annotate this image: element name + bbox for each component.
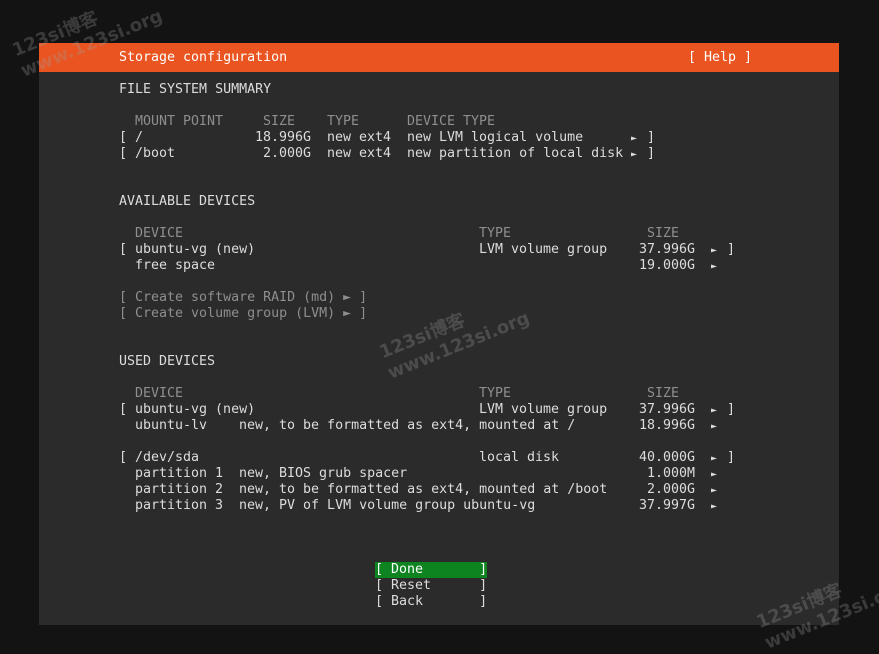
submenu-arrow-icon: ►	[711, 261, 718, 272]
device-description: new, BIOS grub spacer	[239, 466, 408, 481]
row-close-bracket: ]	[647, 130, 656, 145]
col-type: TYPE	[479, 386, 512, 401]
device-size: 19.000G	[639, 258, 696, 273]
fs-type: new ext4	[327, 130, 392, 145]
device-name: partition 2	[135, 482, 224, 497]
row-open-bracket: [	[119, 146, 128, 161]
col-size: SIZE	[647, 226, 680, 241]
row-open-bracket: [	[119, 450, 128, 465]
col-device-type: DEVICE TYPE	[407, 114, 496, 129]
device-type: LVM volume group	[479, 242, 608, 257]
fs-type: new ext4	[327, 146, 392, 161]
row-open-bracket: [	[119, 402, 128, 417]
device-size: 18.996G	[639, 418, 696, 433]
back-button[interactable]: [ Back ]	[375, 594, 487, 610]
col-device: DEVICE	[135, 226, 184, 241]
submenu-arrow-icon: ►	[631, 149, 638, 160]
device-size: 2.000G	[647, 482, 696, 497]
fs-device-type: new LVM logical volume	[407, 130, 584, 145]
submenu-arrow-icon: ►	[711, 453, 718, 464]
title-bar: Storage configuration [ Help ]	[39, 43, 839, 72]
row-close-bracket: ]	[727, 242, 736, 257]
submenu-arrow-icon: ►	[711, 405, 718, 416]
device-type: LVM volume group	[479, 402, 608, 417]
col-size: SIZE	[647, 386, 680, 401]
device-size: 37.997G	[639, 498, 696, 513]
col-mount-point: MOUNT POINT	[135, 114, 224, 129]
row-close-bracket: ]	[727, 402, 736, 417]
fs-summary-heading: FILE SYSTEM SUMMARY	[119, 82, 272, 97]
device-name: ubuntu-vg (new)	[135, 242, 256, 257]
help-button[interactable]: [ Help ]	[688, 50, 752, 66]
col-device: DEVICE	[135, 386, 184, 401]
create-volume-group-button[interactable]: [ Create volume group (LVM) ► ]	[119, 306, 367, 322]
fs-device-type: new partition of local disk	[407, 146, 624, 161]
submenu-arrow-icon: ►	[711, 421, 718, 432]
device-name: partition 1	[135, 466, 224, 481]
submenu-arrow-icon: ►	[711, 501, 718, 512]
device-description: new, PV of LVM volume group ubuntu-vg	[239, 498, 536, 513]
available-devices-heading: AVAILABLE DEVICES	[119, 194, 256, 209]
row-open-bracket: [	[119, 242, 128, 257]
col-type: TYPE	[479, 226, 512, 241]
device-name: partition 3	[135, 498, 224, 513]
create-raid-button[interactable]: [ Create software RAID (md) ► ]	[119, 290, 367, 306]
col-size: SIZE	[263, 114, 296, 129]
device-size: 40.000G	[639, 450, 696, 465]
fs-size: 18.996G	[255, 130, 312, 145]
submenu-arrow-icon: ►	[711, 469, 718, 480]
used-devices-heading: USED DEVICES	[119, 354, 216, 369]
device-name: /dev/sda	[135, 450, 200, 465]
device-description: new, to be formatted as ext4, mounted at…	[239, 482, 608, 497]
row-open-bracket: [	[119, 130, 128, 145]
submenu-arrow-icon: ►	[711, 245, 718, 256]
reset-button[interactable]: [ Reset ]	[375, 578, 487, 594]
col-type: TYPE	[327, 114, 360, 129]
device-description: new, to be formatted as ext4, mounted at…	[239, 418, 576, 433]
done-button[interactable]: [ Done ]	[375, 562, 487, 578]
screen-title: Storage configuration	[119, 50, 288, 65]
row-close-bracket: ]	[727, 450, 736, 465]
device-name: free space	[135, 258, 216, 273]
submenu-arrow-icon: ►	[631, 133, 638, 144]
device-name: ubuntu-vg (new)	[135, 402, 256, 417]
fs-size: 2.000G	[263, 146, 312, 161]
row-close-bracket: ]	[647, 146, 656, 161]
submenu-arrow-icon: ►	[711, 485, 718, 496]
device-size: 37.996G	[639, 242, 696, 257]
device-size: 37.996G	[639, 402, 696, 417]
mount-point: /	[135, 130, 144, 145]
mount-point: /boot	[135, 146, 176, 161]
device-size: 1.000M	[647, 466, 696, 481]
device-name: ubuntu-lv	[135, 418, 208, 433]
device-type: local disk	[479, 450, 560, 465]
